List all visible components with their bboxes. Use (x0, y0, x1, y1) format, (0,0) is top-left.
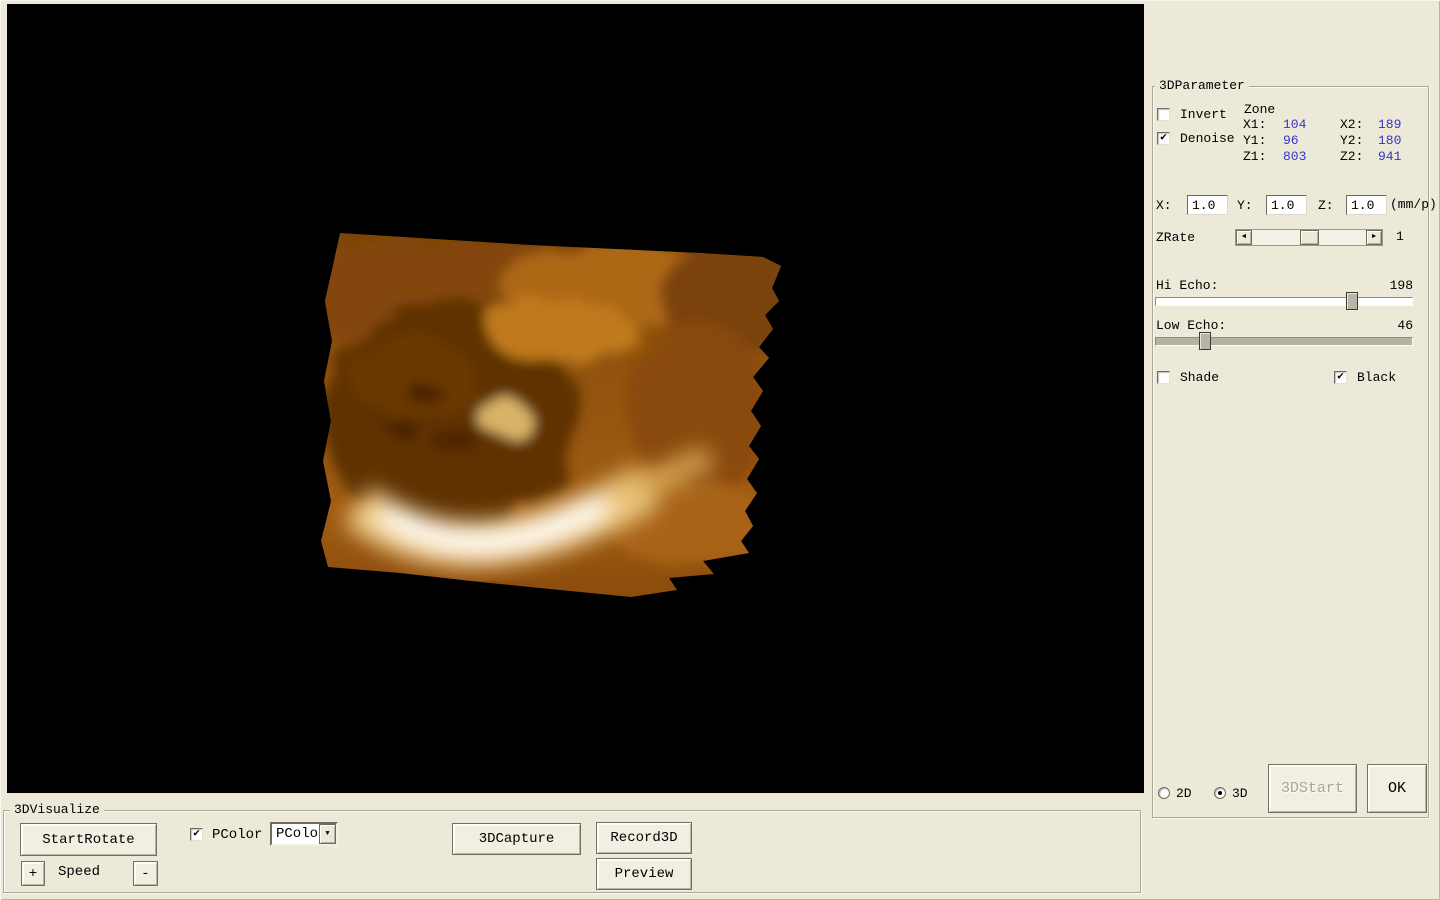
speed-label: Speed (58, 864, 101, 880)
hi-echo-slider-track[interactable] (1155, 297, 1413, 306)
hi-echo-label: Hi Echo: (1156, 278, 1219, 293)
pcolor-dropdown[interactable]: PColor ▼ (270, 822, 338, 846)
zone-y1-value: 96 (1283, 133, 1299, 148)
application-window: 3DParameter Invert ✔ Denoise Zone X1: 10… (0, 0, 1440, 900)
3d-render-canvas[interactable] (7, 4, 1144, 793)
zone-z1-value: 803 (1283, 149, 1307, 164)
zone-x2-value: 189 (1378, 117, 1402, 132)
voxel-z-input[interactable]: 1.0 (1346, 195, 1387, 215)
zone-y1-label: Y1: (1243, 133, 1267, 148)
zone-y2-value: 180 (1378, 133, 1402, 148)
hi-echo-slider-thumb[interactable] (1346, 292, 1358, 310)
visualize-group-title: 3DVisualize (10, 803, 104, 817)
hi-echo-slider[interactable] (1155, 292, 1413, 310)
denoise-label: Denoise (1180, 131, 1235, 146)
low-echo-slider-track[interactable] (1155, 337, 1413, 346)
mode-3d-radio[interactable] (1214, 787, 1226, 799)
voxel-x-input[interactable]: 1.0 (1187, 195, 1228, 215)
zrate-value: 1 (1396, 229, 1404, 244)
invert-label: Invert (1180, 107, 1227, 122)
black-checkbox[interactable]: ✔ (1334, 371, 1347, 384)
low-echo-label: Low Echo: (1156, 318, 1227, 333)
voxel-unit-label: (mm/p) (1390, 197, 1437, 212)
shade-checkbox[interactable] (1157, 371, 1170, 384)
voxel-y-input[interactable]: 1.0 (1266, 195, 1307, 215)
mode-2d-label: 2D (1176, 786, 1192, 801)
denoise-checkbox[interactable]: ✔ (1157, 132, 1170, 145)
low-echo-slider[interactable] (1155, 332, 1413, 350)
ok-button[interactable]: OK (1367, 764, 1427, 813)
zrate-scrollbar-thumb[interactable] (1300, 230, 1319, 245)
parameter-group-title: 3DParameter (1155, 79, 1249, 93)
ultrasound-volume[interactable] (250, 215, 800, 615)
black-checkmark: ✔ (1337, 371, 1344, 383)
zone-x1-label: X1: (1243, 117, 1267, 132)
pcolor-checkbox[interactable]: ✔ (190, 828, 203, 841)
black-label: Black (1357, 370, 1397, 385)
invert-checkbox[interactable] (1157, 108, 1170, 121)
speed-plus-button[interactable]: + (21, 861, 45, 886)
pcolor-checkmark: ✔ (193, 828, 200, 840)
record3d-button[interactable]: Record3D (596, 822, 692, 854)
3dcapture-button[interactable]: 3DCapture (452, 823, 581, 855)
zrate-scrollbar[interactable]: ◄ ► (1235, 229, 1383, 246)
mode-2d-radio[interactable] (1158, 787, 1170, 799)
low-echo-value: 46 (1397, 318, 1413, 333)
zrate-left-arrow-icon[interactable]: ◄ (1236, 230, 1252, 245)
3dstart-button[interactable]: 3DStart (1268, 764, 1357, 813)
3d-viewport[interactable] (7, 4, 1144, 793)
zone-z2-label: Z2: (1340, 149, 1364, 164)
zrate-right-arrow-icon[interactable]: ► (1366, 230, 1382, 245)
denoise-checkmark: ✔ (1160, 132, 1167, 144)
zone-x2-label: X2: (1340, 117, 1364, 132)
zone-z2-value: 941 (1378, 149, 1402, 164)
zone-x1-value: 104 (1283, 117, 1307, 132)
hi-echo-value: 198 (1389, 278, 1413, 293)
voxel-z-label: Z: (1318, 198, 1334, 213)
voxel-y-label: Y: (1237, 198, 1253, 213)
pcolor-label: PColor (212, 827, 263, 843)
shade-label: Shade (1180, 370, 1220, 385)
mode-3d-label: 3D (1232, 786, 1248, 801)
voxel-x-label: X: (1156, 198, 1172, 213)
zrate-label: ZRate (1156, 230, 1196, 245)
preview-button[interactable]: Preview (596, 858, 692, 890)
low-echo-slider-thumb[interactable] (1199, 332, 1211, 350)
zone-z1-label: Z1: (1243, 149, 1267, 164)
speed-minus-button[interactable]: - (133, 861, 158, 886)
zone-title: Zone (1244, 102, 1276, 117)
zone-y2-label: Y2: (1340, 133, 1364, 148)
pcolor-dropdown-arrow-icon[interactable]: ▼ (319, 824, 336, 844)
start-rotate-button[interactable]: StartRotate (20, 823, 157, 856)
